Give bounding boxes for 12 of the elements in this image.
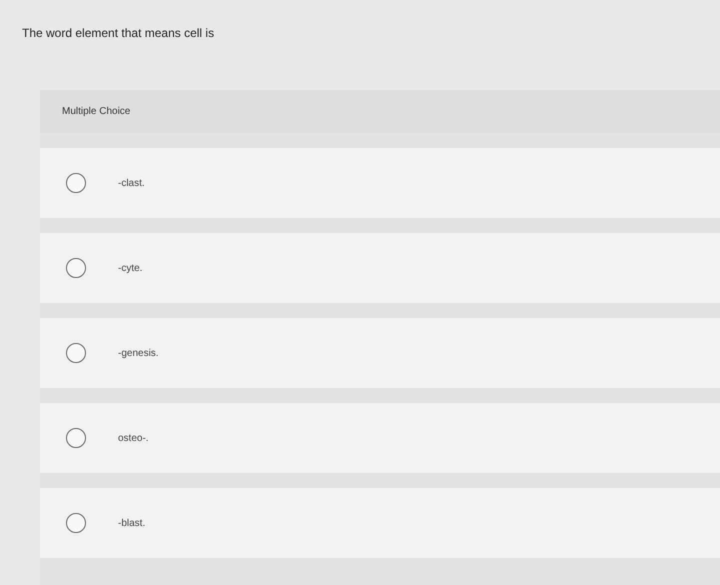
radio-button[interactable] bbox=[66, 173, 86, 193]
option-label: -genesis. bbox=[118, 348, 159, 358]
option-label: osteo-. bbox=[118, 432, 149, 444]
radio-button[interactable] bbox=[66, 343, 86, 363]
option-label: -blast. bbox=[118, 518, 146, 528]
radio-button[interactable] bbox=[66, 258, 86, 278]
question-text: The word element that means cell is bbox=[22, 26, 214, 40]
option-label: -cyte. bbox=[118, 262, 142, 274]
section-header: Multiple Choice bbox=[40, 90, 720, 133]
radio-button[interactable] bbox=[66, 428, 86, 448]
option-label: -clast. bbox=[118, 178, 145, 188]
radio-button[interactable] bbox=[66, 513, 86, 533]
